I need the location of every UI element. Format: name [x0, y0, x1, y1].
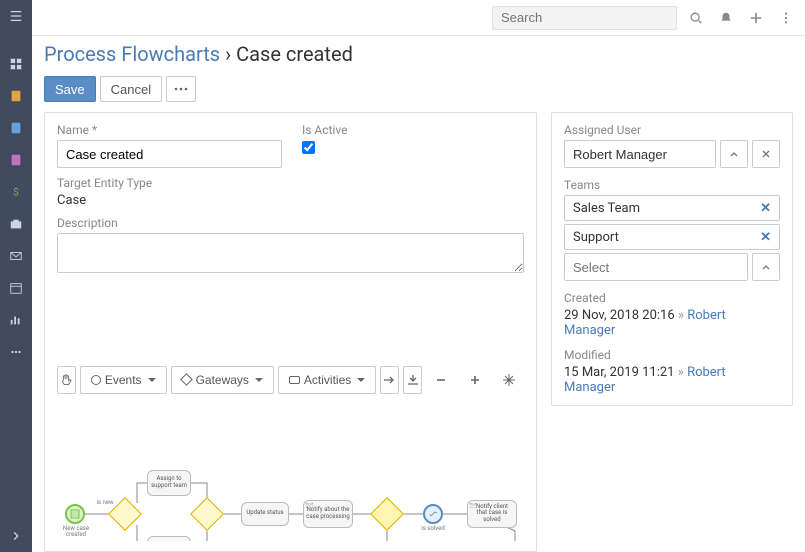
main-panel: Name * Is Active Target Entity Type Case…: [44, 112, 537, 552]
import-button[interactable]: [403, 366, 422, 394]
team-chip-remove[interactable]: ✕: [760, 230, 771, 245]
sidebar-item-opportunities[interactable]: $: [0, 176, 32, 208]
activities-dropdown[interactable]: Activities: [278, 366, 376, 394]
assigned-user-picker-button[interactable]: [720, 140, 748, 168]
modified-label: Modified: [564, 348, 780, 362]
is-active-checkbox[interactable]: [302, 141, 315, 154]
sidebar-item-email[interactable]: [0, 240, 32, 272]
modified-value: 15 Mar, 2019 11:21 » Robert Manager: [564, 365, 780, 395]
start-event[interactable]: [65, 504, 85, 524]
svg-text:$: $: [13, 186, 19, 199]
save-button[interactable]: Save: [44, 76, 96, 102]
sidebar-item-calendar[interactable]: [0, 272, 32, 304]
flowchart-canvas[interactable]: New case created is new Assign to suppor…: [57, 406, 524, 542]
assigned-user-label: Assigned User: [564, 123, 780, 137]
side-panel: Assigned User Teams Sales Team ✕ Support ✕…: [551, 112, 793, 406]
flowchart-toolbar: Events Gateways Activities: [57, 366, 524, 394]
sidebar-item-accounts[interactable]: [0, 80, 32, 112]
sidebar-item-contacts[interactable]: [0, 112, 32, 144]
team-select-input[interactable]: [564, 253, 748, 281]
gateway-1-label: is new: [93, 500, 117, 506]
sidebar-item-leads[interactable]: [0, 144, 32, 176]
team-chip: Sales Team ✕: [564, 195, 780, 221]
assigned-user-clear-button[interactable]: [752, 140, 780, 168]
breadcrumb-sep: ›: [225, 42, 231, 66]
sidebar-item-cases[interactable]: [0, 208, 32, 240]
name-label: Name *: [57, 123, 282, 137]
task-notify-processing[interactable]: Notify about the case processing: [303, 500, 353, 528]
task-update-status[interactable]: Update status: [241, 502, 289, 526]
is-active-label: Is Active: [302, 123, 524, 137]
topbar: [32, 0, 805, 36]
toolbar: Save Cancel: [32, 76, 805, 112]
created-label: Created: [564, 291, 780, 305]
search-icon[interactable]: [685, 7, 707, 29]
gateways-dropdown[interactable]: Gateways: [171, 366, 274, 394]
cancel-button[interactable]: Cancel: [100, 76, 162, 102]
intermediate-event-solved-label: is solved: [415, 526, 451, 532]
name-input[interactable]: [57, 140, 282, 168]
breadcrumb: Process Flowcharts › Case created: [32, 36, 805, 76]
team-chip-remove[interactable]: ✕: [760, 201, 771, 216]
gateways-label: Gateways: [196, 373, 249, 387]
sidebar-item-reports[interactable]: [0, 304, 32, 336]
task-assign-support[interactable]: Assign to support team: [147, 470, 191, 496]
sidebar-item-more[interactable]: [0, 336, 32, 368]
task-notify-processing-label: Notify about the case processing: [306, 507, 350, 520]
team-chip: Support ✕: [564, 224, 780, 250]
breadcrumb-root[interactable]: Process Flowcharts: [44, 42, 220, 66]
plus-icon[interactable]: [745, 7, 767, 29]
team-picker-button[interactable]: [752, 253, 780, 281]
content-row: Name * Is Active Target Entity Type Case…: [32, 112, 805, 552]
sidebar: $: [0, 0, 32, 552]
target-entity-value: Case: [57, 193, 524, 208]
start-event-label: New case created: [57, 526, 95, 538]
page-title: Case created: [236, 42, 353, 66]
arrow-tool-button[interactable]: [380, 366, 399, 394]
zoom-in-button[interactable]: [460, 366, 490, 394]
team-chip-label: Support: [573, 230, 619, 245]
sidebar-item-home[interactable]: [0, 48, 32, 80]
kebab-menu-icon[interactable]: [775, 7, 797, 29]
events-label: Events: [105, 373, 142, 387]
created-value: 29 Nov, 2018 20:16 » Robert Manager: [564, 308, 780, 338]
more-actions-button[interactable]: [166, 76, 196, 102]
teams-label: Teams: [564, 178, 780, 192]
fit-button[interactable]: [494, 366, 524, 394]
intermediate-event-solved[interactable]: [423, 504, 443, 524]
task-notify-solved[interactable]: Notify client that case is solved: [467, 500, 517, 528]
sidebar-expand[interactable]: [0, 520, 32, 552]
target-entity-label: Target Entity Type: [57, 176, 524, 190]
search-input[interactable]: [492, 6, 677, 30]
task-assign-admin[interactable]: Assign to admin: [147, 536, 191, 542]
zoom-out-button[interactable]: [426, 366, 456, 394]
sidebar-menu-toggle[interactable]: [0, 0, 32, 32]
activities-label: Activities: [304, 373, 351, 387]
events-dropdown[interactable]: Events: [80, 366, 167, 394]
team-chip-label: Sales Team: [573, 201, 640, 216]
description-input[interactable]: [57, 233, 524, 273]
hand-tool-button[interactable]: [57, 366, 76, 394]
assigned-user-input[interactable]: [564, 140, 716, 168]
description-label: Description: [57, 216, 524, 230]
bell-icon[interactable]: [715, 7, 737, 29]
main: Process Flowcharts › Case created Save C…: [32, 0, 805, 552]
